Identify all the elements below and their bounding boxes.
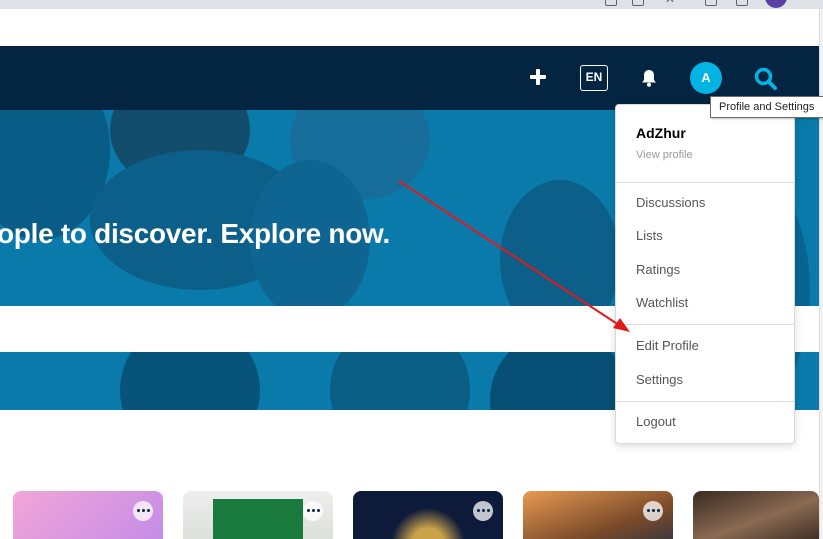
menu-item-settings[interactable]: Settings bbox=[636, 372, 683, 387]
menu-item-discussions[interactable]: Discussions bbox=[636, 195, 705, 210]
hero-headline: ople to discover. Explore now. bbox=[0, 218, 390, 249]
menu-item-lists[interactable]: Lists bbox=[636, 228, 663, 243]
more-options-icon[interactable] bbox=[133, 501, 153, 521]
profile-username[interactable]: AdZhur bbox=[636, 125, 686, 141]
profile-menu: AdZhur View profile Discussions Lists Ra… bbox=[615, 104, 795, 444]
extension-icon[interactable] bbox=[605, 0, 617, 6]
menu-item-logout[interactable]: Logout bbox=[636, 414, 676, 429]
menu-item-edit-profile[interactable]: Edit Profile bbox=[636, 338, 699, 353]
menu-divider bbox=[616, 324, 794, 325]
menu-item-watchlist[interactable]: Watchlist bbox=[636, 295, 688, 310]
menu-divider bbox=[616, 182, 794, 183]
close-icon[interactable]: ✕ bbox=[665, 0, 675, 6]
search-icon[interactable] bbox=[753, 66, 779, 92]
puzzle-icon[interactable] bbox=[705, 0, 717, 6]
page: ✕ EN A bbox=[0, 0, 823, 539]
view-profile-link[interactable]: View profile bbox=[636, 149, 693, 161]
menu-divider bbox=[616, 401, 794, 402]
browser-profile-avatar[interactable] bbox=[765, 0, 787, 8]
poster-card[interactable] bbox=[183, 491, 333, 539]
poster-card[interactable] bbox=[693, 491, 819, 539]
bell-icon[interactable] bbox=[638, 67, 660, 89]
more-options-icon[interactable] bbox=[473, 501, 493, 521]
poster-card[interactable] bbox=[13, 491, 163, 539]
site-navbar: EN A bbox=[0, 46, 819, 110]
more-options-icon[interactable] bbox=[303, 501, 323, 521]
share-icon[interactable] bbox=[632, 0, 644, 6]
browser-toolbar: ✕ bbox=[0, 0, 823, 9]
avatar-tooltip: Profile and Settings bbox=[710, 96, 823, 118]
language-button[interactable]: EN bbox=[580, 65, 608, 91]
poster-image bbox=[213, 499, 303, 539]
poster-card[interactable] bbox=[353, 491, 503, 539]
add-icon[interactable] bbox=[527, 66, 549, 88]
more-options-icon[interactable] bbox=[643, 501, 663, 521]
poster-card[interactable] bbox=[523, 491, 673, 539]
profile-avatar-button[interactable]: A bbox=[690, 62, 722, 94]
menu-item-ratings[interactable]: Ratings bbox=[636, 262, 680, 277]
scrollbar[interactable] bbox=[819, 9, 823, 539]
page-top-spacer bbox=[0, 9, 823, 46]
sidebar-icon[interactable] bbox=[736, 0, 748, 6]
